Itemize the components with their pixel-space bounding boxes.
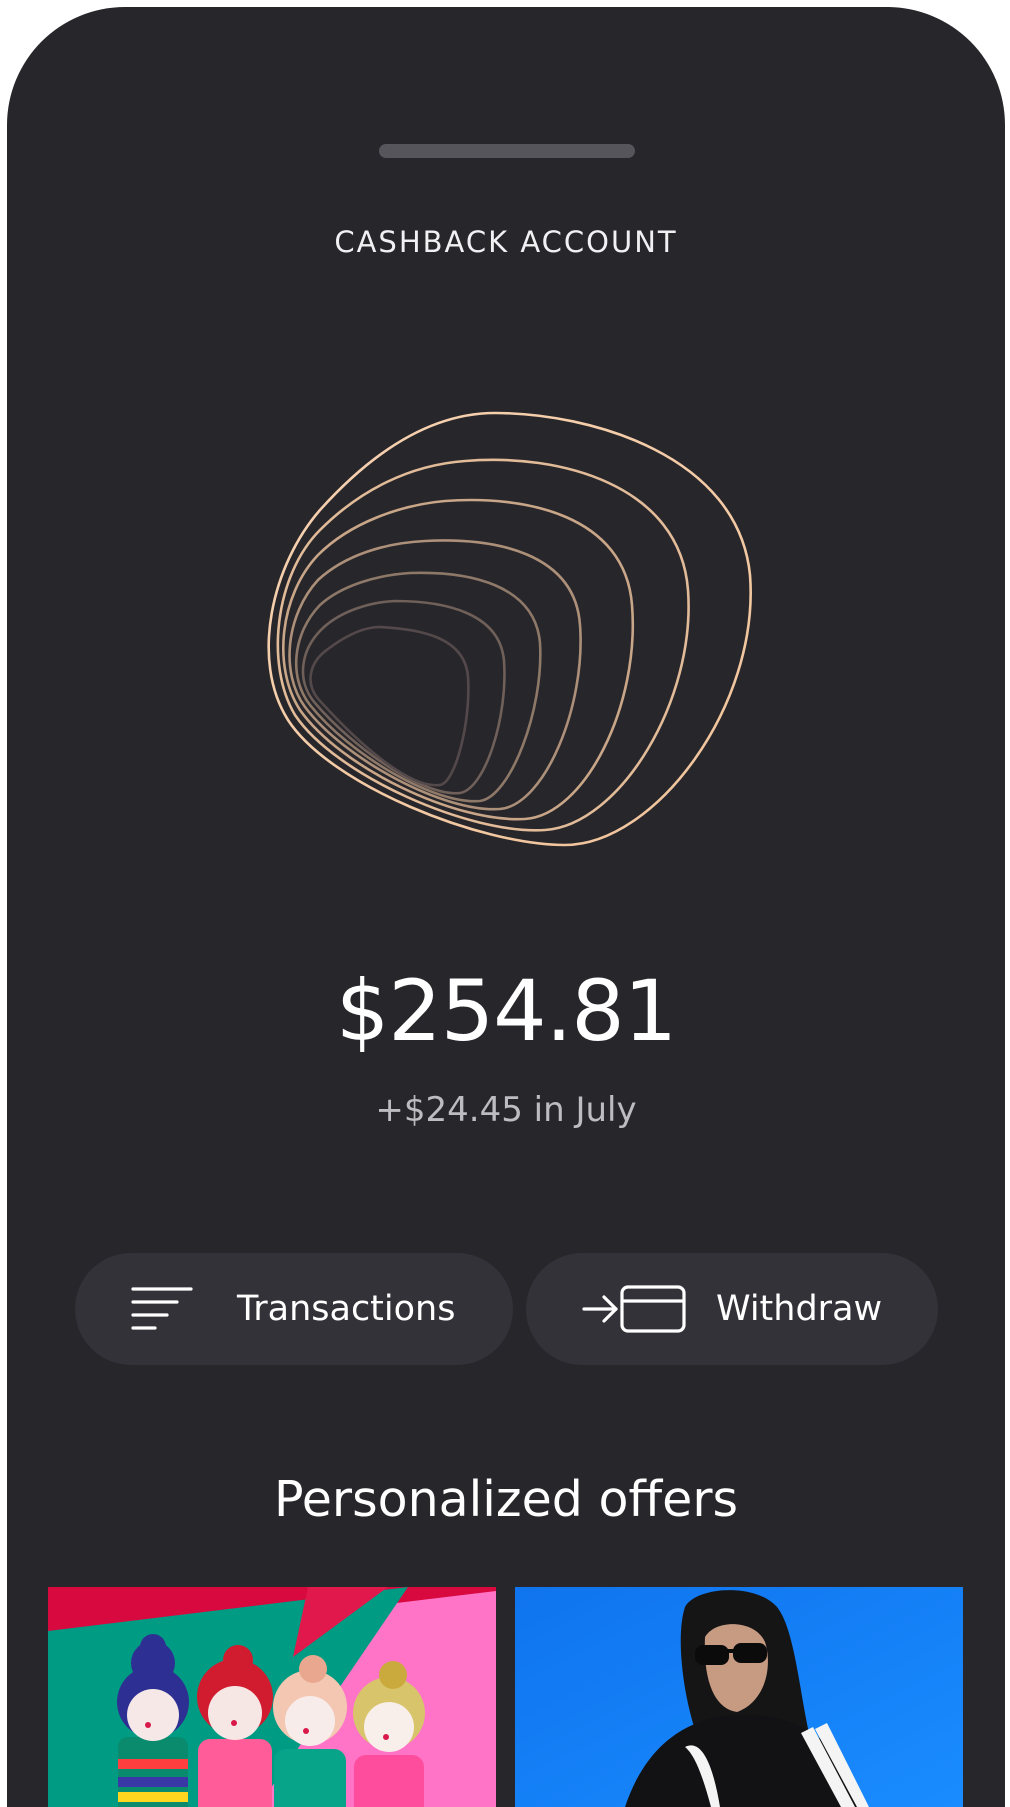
- balance-amount: $254.81: [335, 962, 677, 1060]
- sheet-drag-handle[interactable]: [379, 144, 635, 158]
- transactions-button[interactable]: Transactions: [75, 1253, 513, 1365]
- offer-card-perfume[interactable]: [48, 1587, 496, 1807]
- offer-card-sportswear[interactable]: [515, 1587, 963, 1807]
- transactions-label: Transactions: [237, 1289, 456, 1329]
- filter-lines-icon: [131, 1285, 193, 1333]
- withdraw-card-icon: [582, 1283, 686, 1335]
- perfume-dolls-image: [48, 1587, 496, 1807]
- offers-section-title: Personalized offers: [273, 1471, 739, 1528]
- withdraw-label: Withdraw: [716, 1289, 883, 1329]
- tracksuit-model-image: [515, 1587, 963, 1807]
- cashback-rings-graphic: [267, 411, 752, 847]
- page-title: CASHBACK ACCOUNT: [334, 225, 678, 259]
- monthly-cashback-delta: +$24.45 in July: [375, 1090, 637, 1130]
- withdraw-button[interactable]: Withdraw: [526, 1253, 938, 1365]
- cashback-sheet: CASHBACK ACCOUNT $254.81 +$24.45 in July: [7, 7, 1005, 1807]
